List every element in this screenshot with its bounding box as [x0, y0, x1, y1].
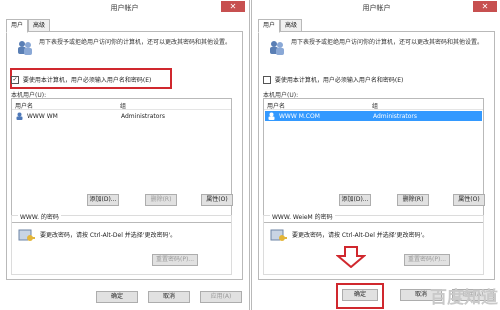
- checkbox-label: 要使用本计算机，用户必须输入用户名和密码(E): [22, 77, 152, 84]
- title-bar: 用户帐户 ✕: [0, 0, 249, 14]
- checkbox-box[interactable]: [263, 75, 271, 84]
- password-instructions: 要更改密码，请按 Ctrl-Alt-Del 并选择'更改密码'。: [40, 232, 177, 239]
- properties-button[interactable]: 属性(O): [453, 194, 485, 206]
- tab-users[interactable]: 用户: [6, 19, 29, 33]
- users-list[interactable]: 用户名 组 WWW M.COM Administrators: [263, 98, 484, 223]
- list-header: 用户名 组: [264, 99, 483, 110]
- list-header: 用户名 组: [12, 99, 231, 110]
- checkbox-box[interactable]: ✓: [11, 75, 19, 84]
- row-username: WWW WM: [27, 113, 58, 120]
- remove-button[interactable]: 删除(R): [397, 194, 429, 206]
- list-item-selected[interactable]: WWW M.COM Administrators: [265, 111, 482, 121]
- require-password-checkbox[interactable]: 要使用本计算机，用户必须输入用户名和密码(E): [263, 75, 484, 84]
- down-arrow-icon: [336, 246, 366, 268]
- properties-button[interactable]: 属性(O): [201, 194, 233, 206]
- list-item[interactable]: WWW WM Administrators: [13, 111, 230, 121]
- user-icon: [268, 112, 275, 120]
- window-title: 用户帐户: [362, 4, 391, 12]
- password-group-title: WWW. 的密码: [18, 212, 61, 221]
- column-username[interactable]: 用户名: [267, 101, 285, 110]
- cancel-button[interactable]: 取消: [148, 291, 190, 303]
- row-group: Administrators: [121, 113, 166, 120]
- password-key-icon: [18, 229, 35, 241]
- password-group: WWW. WeieM 的密码 要更改密码，请按 Ctrl-Alt-Del 并选择…: [263, 212, 484, 275]
- password-group: WWW. 的密码 要更改密码，请按 Ctrl-Alt-Del 并选择'更改密码'…: [11, 212, 232, 275]
- password-key-icon: [270, 229, 287, 241]
- password-group-title: WWW. WeieM 的密码: [270, 212, 335, 221]
- title-bar: 用户帐户 ✕: [252, 0, 500, 14]
- add-button[interactable]: 添加(D)...: [339, 194, 371, 206]
- column-username[interactable]: 用户名: [15, 101, 33, 110]
- ok-button[interactable]: 确定: [342, 289, 378, 301]
- column-group[interactable]: 组: [120, 101, 126, 110]
- add-button[interactable]: 添加(D)...: [87, 194, 119, 206]
- reset-password-button[interactable]: 重置密码(P)...: [152, 254, 198, 266]
- password-instructions: 要更改密码，请按 Ctrl-Alt-Del 并选择'更改密码'。: [292, 232, 429, 239]
- apply-button[interactable]: 应用(A): [200, 291, 242, 303]
- close-button[interactable]: ✕: [473, 1, 497, 12]
- watermark: 百度知道: [430, 288, 498, 308]
- users-icon: [270, 41, 284, 55]
- user-accounts-dialog-right: 用户帐户 ✕ 用户 高级 用下表授予或拒绝用户访问你的计算机，还可以更改其密码和…: [251, 0, 500, 310]
- tab-users[interactable]: 用户: [258, 19, 281, 33]
- user-icon: [16, 112, 23, 120]
- checkbox-label: 要使用本计算机，用户必须输入用户名和密码(E): [274, 77, 404, 84]
- row-username: WWW M.COM: [279, 113, 320, 120]
- close-button[interactable]: ✕: [221, 1, 245, 12]
- remove-button[interactable]: 删除(R): [145, 194, 177, 206]
- users-icon: [18, 41, 32, 55]
- ok-button[interactable]: 确定: [96, 291, 138, 303]
- description-text: 用下表授予或拒绝用户访问你的计算机，还可以更改其密码和其他设置。: [39, 39, 232, 46]
- reset-password-button[interactable]: 重置密码(P)...: [404, 254, 450, 266]
- users-tab-panel: 用下表授予或拒绝用户访问你的计算机，还可以更改其密码和其他设置。 ✓ 要使用本计…: [6, 31, 243, 280]
- column-group[interactable]: 组: [372, 101, 378, 110]
- window-title: 用户帐户: [110, 4, 139, 12]
- user-accounts-dialog-left: 用户帐户 ✕ 用户 高级 用下表授予或拒绝用户访问你的计算机，还可以更改其密码和…: [0, 0, 250, 310]
- row-group: Administrators: [373, 113, 418, 120]
- users-list[interactable]: 用户名 组 WWW WM Administrators: [11, 98, 232, 223]
- require-password-checkbox[interactable]: ✓ 要使用本计算机，用户必须输入用户名和密码(E): [11, 75, 232, 84]
- description-text: 用下表授予或拒绝用户访问你的计算机，还可以更改其密码和其他设置。: [291, 39, 484, 46]
- users-tab-panel: 用下表授予或拒绝用户访问你的计算机，还可以更改其密码和其他设置。 要使用本计算机…: [258, 31, 495, 280]
